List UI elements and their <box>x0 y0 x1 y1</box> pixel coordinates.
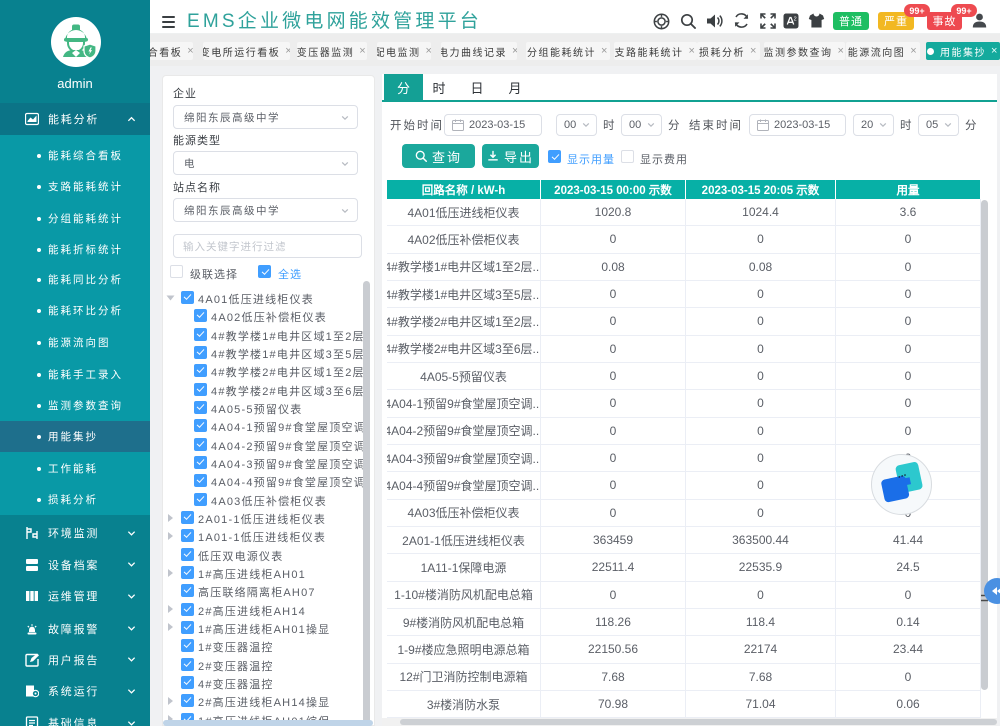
svg-text:2: 2 <box>794 16 797 22</box>
